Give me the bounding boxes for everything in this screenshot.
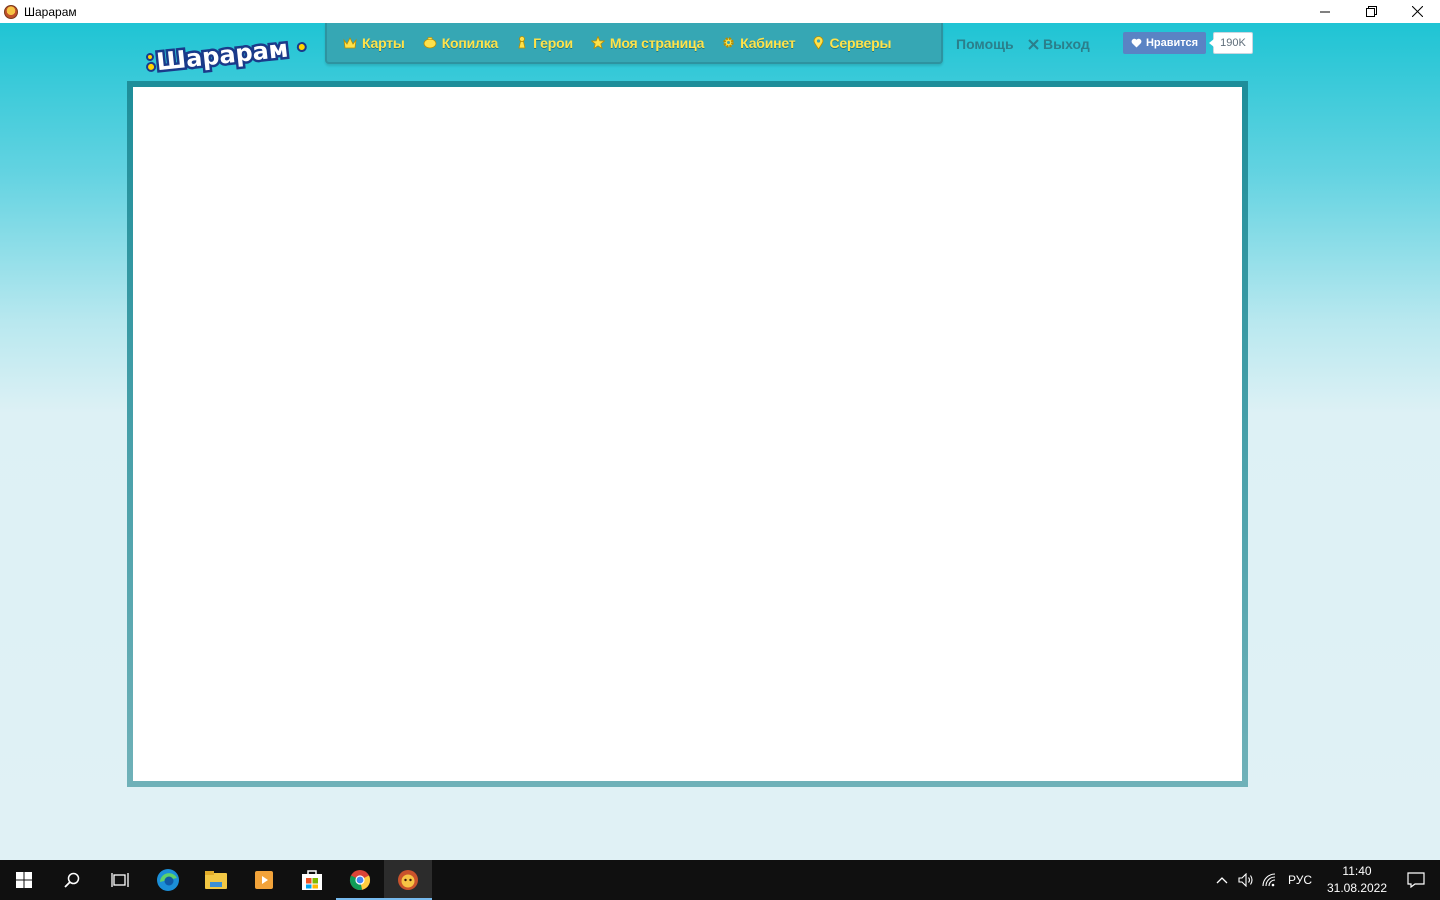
like-count-badge: 190K (1209, 32, 1253, 54)
windows-logo-icon (16, 872, 32, 888)
like-label: Нравится (1145, 37, 1199, 49)
close-button[interactable] (1394, 0, 1440, 23)
show-hidden-icons-button[interactable] (1210, 860, 1234, 900)
gear-icon (722, 36, 735, 49)
search-button[interactable] (48, 860, 96, 900)
task-view-icon (111, 873, 129, 887)
edge-browser-icon (157, 869, 179, 891)
game-page: Шарарам Карты Копилка Герои Моя страница… (0, 23, 1440, 860)
location-pin-icon (813, 35, 824, 50)
main-navigation: Карты Копилка Герои Моя страница Кабинет (325, 23, 943, 64)
clock-time: 11:40 (1342, 864, 1372, 878)
input-language-indicator[interactable]: РУС (1288, 873, 1312, 887)
restore-button[interactable] (1348, 0, 1394, 23)
taskbar-edge[interactable] (144, 860, 192, 900)
nav-item-servers[interactable]: Серверы (813, 35, 891, 51)
close-icon (1028, 38, 1039, 50)
folder-icon (205, 871, 227, 889)
taskbar-clock[interactable]: 11:40 31.08.2022 (1322, 863, 1392, 897)
nav-item-label: Моя страница (609, 34, 705, 51)
shararam-logo[interactable]: Шарарам (142, 33, 310, 73)
shararam-app-icon (4, 4, 18, 19)
piggy-bank-icon (423, 36, 437, 49)
logout-link[interactable]: Выход (1028, 36, 1090, 52)
clock-date: 31.08.2022 (1326, 881, 1388, 895)
task-view-button[interactable] (96, 860, 144, 900)
game-canvas-frame[interactable] (127, 81, 1248, 787)
nav-item-my-page[interactable]: Моя страница (590, 34, 705, 51)
window-title-bar[interactable]: Шарарам (0, 0, 1440, 23)
wifi-icon (1262, 873, 1276, 887)
chess-pawn-icon (516, 36, 528, 49)
taskbar-shararam[interactable] (384, 860, 432, 900)
star-icon (590, 36, 605, 49)
svg-text:Шарарам: Шарарам (155, 35, 289, 73)
like-button[interactable]: Нравится (1123, 32, 1206, 54)
taskbar-media-player[interactable] (240, 860, 288, 900)
start-button[interactable] (0, 860, 48, 900)
restore-icon (1365, 6, 1377, 17)
chrome-browser-icon (349, 870, 371, 891)
logout-label: Выход (1043, 36, 1090, 52)
window-controls (1302, 0, 1440, 23)
help-link[interactable]: Помощь (956, 36, 1014, 52)
notification-icon (1407, 872, 1425, 888)
system-tray: РУС 11:40 31.08.2022 (1210, 860, 1440, 900)
network-button[interactable] (1258, 860, 1282, 900)
search-icon (64, 872, 80, 888)
windows-taskbar: РУС 11:40 31.08.2022 (0, 860, 1440, 900)
crown-icon (343, 36, 357, 49)
store-icon (302, 870, 322, 890)
window-title: Шарарам (24, 4, 77, 19)
volume-icon (1238, 873, 1253, 887)
nav-item-label: Карты (362, 34, 405, 51)
nav-item-label: Серверы (829, 34, 892, 51)
nav-item-label: Герои (533, 34, 573, 51)
nav-item-heroes[interactable]: Герои (516, 35, 573, 51)
minimize-button[interactable] (1302, 0, 1348, 23)
nav-item-piggy-bank[interactable]: Копилка (423, 35, 498, 51)
nav-item-cabinet[interactable]: Кабинет (722, 34, 796, 51)
taskbar-store[interactable] (288, 860, 336, 900)
nav-item-label: Копилка (441, 34, 499, 51)
taskbar-chrome[interactable] (336, 860, 384, 900)
volume-button[interactable] (1234, 860, 1258, 900)
heart-icon (1131, 38, 1142, 48)
minimize-icon (1320, 11, 1330, 12)
action-center-button[interactable] (1392, 860, 1440, 900)
media-player-icon (255, 871, 273, 889)
close-icon (1411, 6, 1423, 17)
chevron-up-icon (1216, 877, 1228, 884)
taskbar-file-explorer[interactable] (192, 860, 240, 900)
nav-item-maps[interactable]: Карты (343, 35, 405, 51)
nav-item-label: Кабинет (740, 34, 796, 51)
shararam-app-icon (398, 870, 418, 890)
